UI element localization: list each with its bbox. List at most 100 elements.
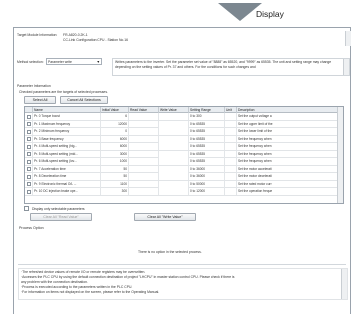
notes-box: ·The refreshed device values of remote I… bbox=[18, 268, 348, 300]
checkbox-box[interactable] bbox=[26, 167, 31, 171]
checkbox-box[interactable] bbox=[26, 189, 31, 194]
cell-unit bbox=[225, 150, 237, 158]
cell-desc: Set the frequency when bbox=[237, 143, 339, 150]
cell-write[interactable] bbox=[159, 158, 189, 165]
cancel-all-selections-button[interactable]: Cancel All Selections bbox=[60, 96, 108, 104]
cell-name: Pr. 0 Torque boost bbox=[33, 113, 101, 120]
checkbox-box[interactable] bbox=[26, 129, 31, 134]
row-checkbox[interactable] bbox=[25, 165, 33, 173]
cell-desc: Set the motor accelerati bbox=[237, 165, 339, 173]
parameter-information-note: Checked parameters are the targets of se… bbox=[19, 90, 108, 94]
row-checkbox[interactable] bbox=[25, 173, 33, 180]
cell-range: 0 to 65535 bbox=[189, 158, 225, 165]
table-row[interactable]: Pr. 4 Multi-speed setting (hig... 6000 0 t… bbox=[25, 143, 343, 151]
cell-unit bbox=[225, 113, 237, 120]
cell-initial: 1100 bbox=[101, 180, 129, 188]
cell-read bbox=[129, 135, 159, 143]
cell-read bbox=[129, 128, 159, 135]
selectable-only-checkbox[interactable] bbox=[24, 206, 29, 211]
method-selection-dropdown[interactable]: Parameter write ▼ bbox=[46, 58, 102, 65]
clear-write-value-button[interactable]: Clear All "Write Value" bbox=[134, 213, 196, 221]
method-selection-label: Method selection: bbox=[17, 60, 44, 64]
cell-name: Pr. 3 Base frequency bbox=[33, 135, 101, 143]
method-description-box: Writes parameters to the inverter. Set t… bbox=[112, 58, 350, 76]
cell-unit bbox=[225, 135, 237, 143]
table-row[interactable]: Pr. 6 Multi-speed setting (lov... 1000 0 t… bbox=[25, 158, 343, 166]
cell-read bbox=[129, 158, 159, 165]
cell-range: 0 to 65535 bbox=[189, 120, 225, 128]
table-row[interactable]: Pr. 10 DC injection brake ope... 300 0 to … bbox=[25, 188, 343, 196]
cell-unit bbox=[225, 173, 237, 180]
table-row[interactable]: Pr. 0 Torque boost 6 0 to 300 Set the outpu… bbox=[25, 113, 343, 121]
cell-name: Pr. 10 DC injection brake ope... bbox=[33, 188, 101, 195]
cell-write[interactable] bbox=[159, 150, 189, 158]
cell-initial: 6000 bbox=[101, 143, 129, 150]
row-checkbox[interactable] bbox=[25, 158, 33, 165]
parameter-information-title: Parameter Information bbox=[17, 84, 51, 88]
note-line: any problem with the connection destinat… bbox=[21, 280, 88, 284]
select-all-button[interactable]: Select All bbox=[24, 96, 56, 104]
cell-desc: Set the frequency when bbox=[237, 150, 339, 158]
target-module-label: Target Module Information: bbox=[17, 33, 58, 37]
table-row[interactable]: Pr. 9 Electronic thermal O/L ... 1100 0 to… bbox=[25, 180, 343, 188]
cell-range: 0 to 65535 bbox=[189, 150, 225, 158]
cell-write[interactable] bbox=[159, 113, 189, 120]
checkbox-box[interactable] bbox=[26, 122, 31, 126]
table-row[interactable]: Pr. 5 Multi-speed setting (mid... 3000 0 t… bbox=[25, 150, 343, 158]
cell-write[interactable] bbox=[159, 165, 189, 173]
row-checkbox[interactable] bbox=[25, 128, 33, 135]
cell-unit bbox=[225, 120, 237, 128]
parameter-table-scrollbar[interactable] bbox=[337, 107, 343, 203]
checkbox-box[interactable] bbox=[26, 144, 31, 149]
cell-write[interactable] bbox=[159, 143, 189, 150]
row-checkbox[interactable] bbox=[25, 113, 33, 120]
target-info-scrollbar[interactable] bbox=[345, 31, 351, 46]
cell-read bbox=[129, 173, 159, 180]
cell-name: Pr. 6 Multi-speed setting (lov... bbox=[33, 158, 101, 165]
notes-scrollbar[interactable] bbox=[341, 269, 347, 299]
row-checkbox[interactable] bbox=[25, 135, 33, 143]
checkbox-box[interactable] bbox=[26, 152, 31, 156]
cell-write[interactable] bbox=[159, 173, 189, 180]
cell-read bbox=[129, 143, 159, 150]
row-checkbox[interactable] bbox=[25, 150, 33, 158]
row-checkbox[interactable] bbox=[25, 143, 33, 150]
cell-initial: 50 bbox=[101, 165, 129, 173]
checkbox-box[interactable] bbox=[26, 174, 31, 179]
cell-unit bbox=[225, 180, 237, 188]
cell-unit bbox=[225, 143, 237, 150]
clear-read-value-button[interactable]: Clear All "Read Value" bbox=[30, 213, 92, 221]
target-module-name: FR-A820-0.2K-1 bbox=[63, 33, 88, 37]
table-row[interactable]: Pr. 7 Acceleration time 50 0 to 36000 Set t… bbox=[25, 165, 343, 173]
checkbox-box[interactable] bbox=[26, 182, 31, 186]
row-checkbox[interactable] bbox=[25, 120, 33, 128]
method-description-scrollbar[interactable] bbox=[343, 59, 349, 75]
cell-write[interactable] bbox=[159, 135, 189, 143]
checkbox-box[interactable] bbox=[26, 137, 31, 141]
table-row[interactable]: Pr. 2 Minimum frequency 0 0 to 65535 Set th… bbox=[25, 128, 343, 136]
cell-range: 0 to 12000 bbox=[189, 188, 225, 195]
cell-write[interactable] bbox=[159, 180, 189, 188]
cell-write[interactable] bbox=[159, 128, 189, 135]
cell-read bbox=[129, 180, 159, 188]
cell-initial: 0 bbox=[101, 128, 129, 135]
note-line: ·For information on items not displayed … bbox=[21, 290, 160, 294]
process-option-title: Process Option bbox=[19, 226, 44, 230]
cell-range: 0 to 36000 bbox=[189, 165, 225, 173]
table-row[interactable]: Pr. 1 Maximum frequency 12000 0 to 65535 Se… bbox=[25, 120, 343, 128]
cell-desc: Set the frequency when bbox=[237, 135, 339, 143]
cell-name: Pr. 7 Acceleration time bbox=[33, 165, 101, 173]
cell-write[interactable] bbox=[159, 188, 189, 195]
checkbox-box[interactable] bbox=[26, 114, 31, 119]
row-checkbox[interactable] bbox=[25, 188, 33, 195]
table-row[interactable]: Pr. 3 Base frequency 6000 0 to 65535 Set th… bbox=[25, 135, 343, 143]
table-row[interactable]: Pr. 8 Deceleration time 50 0 to 36000 Set t… bbox=[25, 173, 343, 181]
cell-initial: 12000 bbox=[101, 120, 129, 128]
cell-write[interactable] bbox=[159, 120, 189, 128]
cell-name: Pr. 5 Multi-speed setting (mid... bbox=[33, 150, 101, 158]
row-checkbox[interactable] bbox=[25, 180, 33, 188]
checkbox-box[interactable] bbox=[26, 159, 31, 164]
cell-range: 0 to 65535 bbox=[189, 128, 225, 135]
cell-initial: 300 bbox=[101, 188, 129, 195]
note-line: ·Accesses the PLC CPU by using the defau… bbox=[21, 275, 235, 279]
